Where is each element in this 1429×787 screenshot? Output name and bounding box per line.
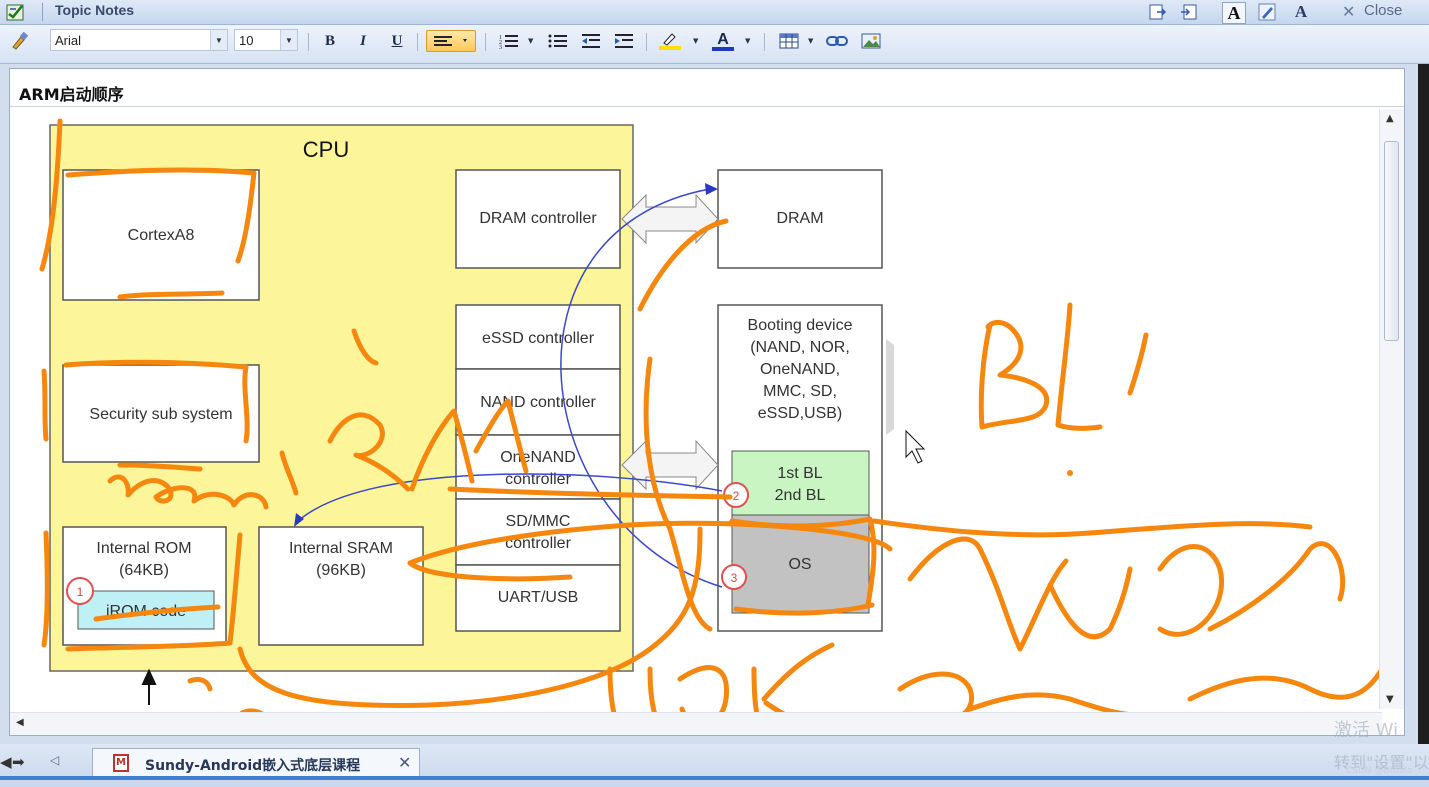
sdmmc-ctrl-label-1: SD/MMC bbox=[506, 513, 571, 530]
link-icon[interactable] bbox=[824, 30, 850, 52]
close-button[interactable]: Close bbox=[1364, 2, 1402, 19]
export-icon[interactable] bbox=[1146, 2, 1168, 22]
chevron-down-icon[interactable]: ▼ bbox=[808, 37, 813, 45]
chevron-down-icon[interactable]: ▼ bbox=[210, 30, 227, 50]
indent-icon[interactable] bbox=[611, 30, 637, 52]
dram-ctrl-label: DRAM controller bbox=[479, 210, 597, 227]
toolbar-separator bbox=[485, 33, 486, 51]
svg-text:3: 3 bbox=[499, 45, 502, 50]
font-size-select[interactable]: 10 ▼ bbox=[234, 29, 298, 51]
formatting-toolbar: Arial ▼ 10 ▼ B I U 123 ▼ ▼ A ▼ ▼ bbox=[0, 25, 1429, 64]
scroll-left-icon[interactable]: ◀ bbox=[16, 717, 24, 728]
irom-label-1: Internal ROM bbox=[96, 540, 191, 557]
window-title: Topic Notes bbox=[55, 2, 135, 18]
tab-scroll-left-icon[interactable]: ◁ bbox=[50, 753, 59, 767]
mindmap-doc-icon: M bbox=[113, 754, 129, 772]
tab-sundy-course[interactable]: M Sundy-Android嵌入式底层课程 ✕ bbox=[92, 748, 420, 778]
bl-box bbox=[731, 450, 870, 516]
font-style-icon[interactable]: A bbox=[1290, 2, 1312, 22]
bullet-list-icon[interactable] bbox=[545, 30, 571, 52]
italic-button[interactable]: I bbox=[350, 30, 376, 52]
chevron-down-icon[interactable]: ▼ bbox=[745, 37, 750, 45]
nav-back-icon[interactable]: ◀ bbox=[0, 753, 12, 771]
boot-device-line-3: OneNAND, bbox=[760, 361, 840, 378]
text-color-icon[interactable]: A bbox=[710, 30, 736, 52]
import-icon[interactable] bbox=[1178, 2, 1200, 22]
table-icon[interactable] bbox=[776, 30, 802, 52]
nav-forward-icon[interactable]: ➡ bbox=[12, 753, 25, 771]
device-edge-shadow bbox=[886, 339, 894, 435]
onenand-ctrl-label-1: OneNAND bbox=[500, 449, 576, 466]
font-name-select[interactable]: Arial ▼ bbox=[50, 29, 228, 51]
scroll-thumb[interactable] bbox=[1384, 141, 1399, 341]
title-separator bbox=[42, 3, 43, 21]
bl-label-1: 1st BL bbox=[777, 465, 822, 482]
note-editor[interactable]: ARM启动顺序 CPU CortexA8 Security sub system… bbox=[9, 68, 1405, 736]
title-bar: Topic Notes A A ✕ Close bbox=[0, 0, 1429, 25]
document-tab-bar: ◀ ➡ ◁ M Sundy-Android嵌入式底层课程 ✕ 激活 Wi 转到"… bbox=[0, 720, 1429, 787]
note-title[interactable]: ARM启动顺序 bbox=[19, 81, 124, 105]
image-icon[interactable] bbox=[858, 30, 884, 52]
tab-close-icon[interactable]: ✕ bbox=[398, 753, 411, 772]
text-color-glyph: A bbox=[717, 30, 729, 48]
font-size-value: 10 bbox=[239, 33, 254, 48]
step-marker-2-label: 2 bbox=[733, 489, 740, 503]
step-marker-3-label: 3 bbox=[731, 571, 738, 585]
dram-label: DRAM bbox=[776, 210, 823, 227]
os-label: OS bbox=[788, 556, 811, 573]
irom-label-2: (64KB) bbox=[119, 562, 169, 579]
scroll-up-icon[interactable]: ▲ bbox=[1386, 113, 1394, 124]
essd-ctrl-label: eSSD controller bbox=[482, 330, 595, 347]
watermark-line-1: 激活 Wi bbox=[1334, 720, 1399, 741]
title-divider bbox=[10, 106, 1404, 107]
mouse-cursor-icon bbox=[905, 429, 926, 464]
toolbar-separator bbox=[764, 33, 765, 51]
sram-label-2: (96KB) bbox=[316, 562, 366, 579]
font-name-value: Arial bbox=[55, 33, 82, 48]
cortex-label: CortexA8 bbox=[128, 227, 195, 244]
step-marker-1-label: 1 bbox=[77, 585, 84, 599]
chevron-down-icon[interactable]: ▼ bbox=[693, 37, 698, 45]
toolbar-separator bbox=[646, 33, 647, 51]
ink-dot bbox=[1067, 470, 1073, 476]
dram-bus-arrow bbox=[621, 193, 719, 245]
boot-device-line-4: MMC, SD, bbox=[763, 383, 837, 400]
horizontal-scrollbar[interactable]: ◀ bbox=[10, 712, 1382, 735]
app-icon bbox=[6, 2, 26, 22]
cpu-label: CPU bbox=[303, 137, 349, 162]
sram-label-1: Internal SRAM bbox=[289, 540, 393, 557]
nand-ctrl-label: NAND controller bbox=[480, 394, 596, 411]
boot-device-line-1: Booting device bbox=[748, 317, 853, 334]
format-painter-icon[interactable] bbox=[6, 30, 32, 52]
chevron-down-icon[interactable]: ▼ bbox=[528, 37, 533, 45]
numbered-list-icon[interactable]: 123 bbox=[496, 30, 522, 52]
bl-label-2: 2nd BL bbox=[775, 487, 826, 504]
tab-label: Sundy-Android嵌入式底层课程 bbox=[145, 758, 361, 774]
status-strip bbox=[0, 776, 1429, 780]
close-icon[interactable]: ✕ bbox=[1342, 2, 1355, 21]
security-label: Security sub system bbox=[89, 406, 232, 423]
bold-button[interactable]: B bbox=[317, 30, 343, 52]
underline-button[interactable]: U bbox=[384, 30, 410, 52]
scroll-down-icon[interactable]: ▼ bbox=[1386, 694, 1394, 705]
text-color-swatch bbox=[712, 46, 734, 51]
align-left-button[interactable] bbox=[426, 30, 476, 52]
outdent-icon[interactable] bbox=[578, 30, 604, 52]
uart-usb-label: UART/USB bbox=[498, 589, 579, 606]
toolbar-separator bbox=[308, 33, 309, 51]
watermark-credit: CSDN @Btoblo bbox=[1346, 766, 1413, 776]
toolbar-separator bbox=[417, 33, 418, 51]
highlight-icon[interactable] bbox=[657, 30, 683, 52]
boot-device-line-5: eSSD,USB) bbox=[758, 405, 842, 422]
chevron-down-icon[interactable]: ▼ bbox=[280, 30, 297, 50]
editor-frame: ARM启动顺序 CPU CortexA8 Security sub system… bbox=[0, 64, 1418, 744]
vertical-scrollbar[interactable]: ▲ ▼ bbox=[1379, 109, 1404, 709]
reset-arrow bbox=[141, 668, 157, 705]
boot-device-line-2: (NAND, NOR, bbox=[750, 339, 850, 356]
boot-bus-arrow bbox=[621, 439, 719, 491]
text-format-icon[interactable]: A bbox=[1222, 2, 1246, 24]
edit-pen-icon[interactable] bbox=[1256, 2, 1278, 22]
os-to-dram-head bbox=[705, 183, 718, 195]
